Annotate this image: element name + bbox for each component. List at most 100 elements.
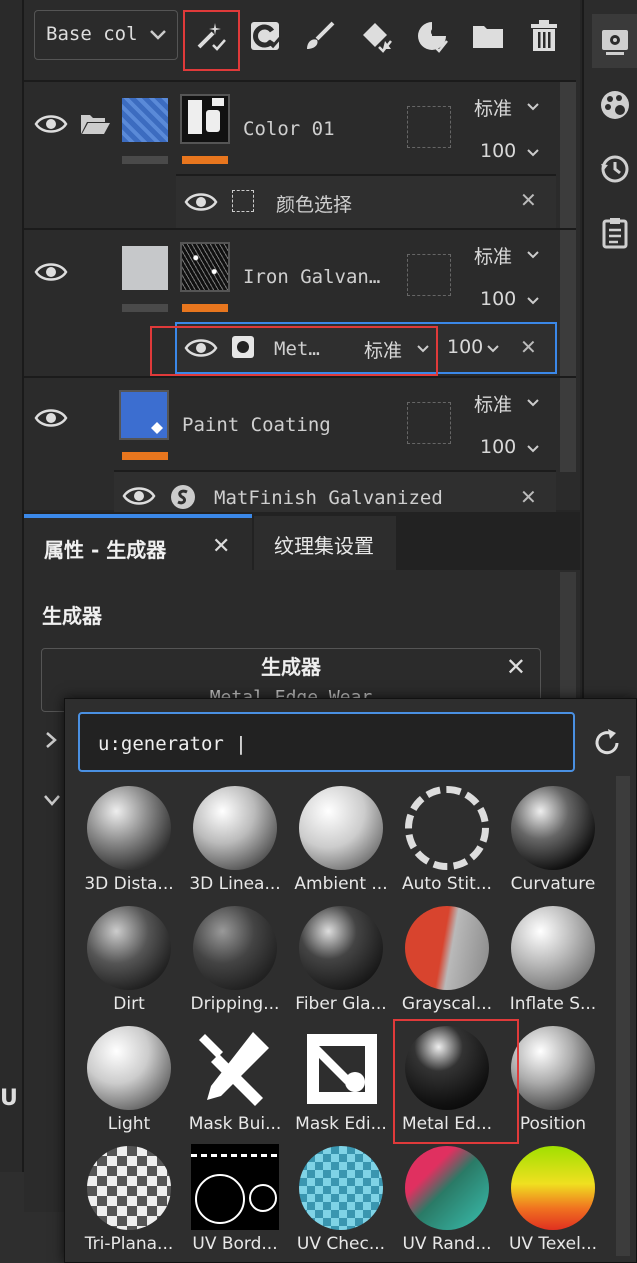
grid-item-label: Fiber Gla... xyxy=(295,994,387,1014)
grid-item[interactable]: 3D Dista... xyxy=(77,780,181,898)
grid-item[interactable]: Dirt xyxy=(77,900,181,1018)
grid-item-label: UV Bord... xyxy=(192,1234,278,1254)
grid-item[interactable]: 3D Linea... xyxy=(183,780,287,898)
layer3-effect-row[interactable]: MatFinish Galvanized ✕ xyxy=(114,470,556,512)
layer2-mask-bar xyxy=(182,304,228,312)
material-sphere-thumbnail xyxy=(193,906,277,990)
grid-item[interactable]: Tri-Plana... xyxy=(77,1140,181,1258)
grid-item-label: Tri-Plana... xyxy=(84,1234,174,1254)
eye-icon[interactable] xyxy=(184,190,218,214)
settings-icon[interactable] xyxy=(598,24,632,58)
grid-item-label: Inflate S... xyxy=(509,994,597,1014)
bucket-fill-icon[interactable] xyxy=(356,16,396,56)
layer-row-3[interactable]: Paint Coating 标准 100 xyxy=(24,378,556,470)
popup-scrollbar[interactable] xyxy=(616,776,630,1256)
grid-item[interactable]: Ambient ... xyxy=(289,780,393,898)
material-sphere-thumbnail xyxy=(511,786,595,870)
tab-texture-set[interactable]: 纹理集设置 xyxy=(254,516,396,570)
metal-edge-highlight xyxy=(393,1019,519,1144)
layer2-thumb-bar xyxy=(122,304,168,312)
close-icon[interactable]: ✕ xyxy=(520,485,537,509)
layer1-opacity[interactable]: 100 xyxy=(480,140,516,162)
grid-item-label: UV Chec... xyxy=(296,1234,386,1254)
close-icon[interactable]: ✕ xyxy=(212,534,230,559)
mask-editor-thumbnail xyxy=(307,1034,377,1104)
reset-icon[interactable] xyxy=(590,726,624,760)
grid-item-label: Curvature xyxy=(510,874,596,894)
history-icon[interactable] xyxy=(598,152,632,186)
layer1-thumb-bar xyxy=(122,156,168,164)
folder-icon[interactable] xyxy=(468,16,508,56)
grid-item-label: Dripping... xyxy=(190,994,280,1014)
layer1-blend-mode[interactable]: 标准 xyxy=(474,94,512,121)
grid-item[interactable]: Mask Edi... xyxy=(289,1020,393,1138)
left-edge-letter: U xyxy=(0,1086,18,1111)
tab-properties-label: 属性 - 生成器 xyxy=(44,538,167,562)
open-folder-icon xyxy=(81,115,110,134)
tab-texture-set-label: 纹理集设置 xyxy=(274,534,374,558)
eye-icon[interactable] xyxy=(34,260,68,284)
section-title: 生成器 xyxy=(42,604,102,628)
eye-icon[interactable] xyxy=(34,406,68,430)
grid-item[interactable]: UV Rand... xyxy=(395,1140,499,1258)
material-sphere-thumbnail xyxy=(87,1026,171,1110)
search-input[interactable]: u:generator | xyxy=(78,712,575,772)
tab-properties[interactable]: 属性 - 生成器 ✕ xyxy=(24,514,252,570)
fill-layer-icon[interactable] xyxy=(245,16,285,56)
layer1-name: Color 01 xyxy=(243,118,335,140)
chevron-down-icon[interactable] xyxy=(526,398,540,408)
palette-icon[interactable] xyxy=(598,88,632,122)
grid-item-label: Dirt xyxy=(113,994,145,1014)
grid-item[interactable]: Mask Bui... xyxy=(183,1020,287,1138)
trash-icon[interactable] xyxy=(524,16,564,56)
grid-item[interactable]: Curvature xyxy=(501,780,605,898)
grid-item-label: UV Rand... xyxy=(402,1234,492,1254)
bucket-fill-icon xyxy=(151,422,163,434)
grid-item[interactable]: UV Chec... xyxy=(289,1140,393,1258)
wand-highlight xyxy=(183,10,240,71)
layer1-mask-slot[interactable] xyxy=(407,106,451,148)
chevron-down-icon[interactable] xyxy=(526,250,540,260)
layer-scrollbar[interactable] xyxy=(560,82,576,472)
layer3-opacity[interactable]: 100 xyxy=(480,436,516,458)
clipboard-icon[interactable] xyxy=(598,216,632,250)
eye-icon[interactable] xyxy=(34,112,68,136)
grid-item[interactable]: Fiber Gla... xyxy=(289,900,393,1018)
layer1-thumbnail xyxy=(122,98,168,142)
close-icon[interactable]: ✕ xyxy=(506,653,526,681)
grid-item[interactable]: Grayscal... xyxy=(395,900,499,1018)
grid-item[interactable]: Dripping... xyxy=(183,900,287,1018)
grid-item[interactable]: Auto Stit... xyxy=(395,780,499,898)
grid-item[interactable]: UV Bord... xyxy=(183,1140,287,1258)
chevron-down-icon[interactable] xyxy=(526,296,540,306)
layer3-blend-mode[interactable]: 标准 xyxy=(474,390,512,417)
material-sphere-thumbnail xyxy=(405,1146,489,1230)
grid-item-label: UV Texel... xyxy=(508,1234,598,1254)
layer-row-1[interactable]: Color 01 标准 100 xyxy=(24,82,556,174)
grid-item[interactable]: UV Texel... xyxy=(501,1140,605,1258)
layer1-effect-row[interactable]: 颜色选择 ✕ xyxy=(176,174,556,228)
chevron-down-icon[interactable] xyxy=(526,444,540,454)
layer3-mask-slot[interactable] xyxy=(407,402,451,444)
grid-item[interactable]: Inflate S... xyxy=(501,900,605,1018)
material-sphere-thumbnail xyxy=(299,786,383,870)
chevron-right-icon[interactable] xyxy=(44,730,58,754)
close-icon[interactable]: ✕ xyxy=(520,188,537,212)
layer2-blend-mode[interactable]: 标准 xyxy=(474,242,512,269)
paint-brush-icon[interactable] xyxy=(300,16,340,56)
grid-item-label: Light xyxy=(107,1114,151,1134)
material-sphere-thumbnail xyxy=(299,906,383,990)
uv-border-thumbnail xyxy=(191,1144,279,1230)
grid-item[interactable]: Light xyxy=(77,1020,181,1138)
chevron-down-icon[interactable] xyxy=(526,148,540,158)
layer2-opacity[interactable]: 100 xyxy=(480,288,516,310)
eye-icon[interactable] xyxy=(122,484,156,508)
layer-row-2[interactable]: Iron Galvan… 标准 100 xyxy=(24,230,556,322)
channel-select[interactable]: Base col xyxy=(34,10,178,60)
chevron-down-icon[interactable] xyxy=(42,792,62,811)
chevron-down-icon[interactable] xyxy=(526,102,540,112)
effect-highlight xyxy=(150,326,438,376)
smart-material-icon[interactable] xyxy=(412,16,452,56)
search-input-text: u:generator | xyxy=(98,733,247,755)
layer2-mask-slot[interactable] xyxy=(407,254,451,296)
